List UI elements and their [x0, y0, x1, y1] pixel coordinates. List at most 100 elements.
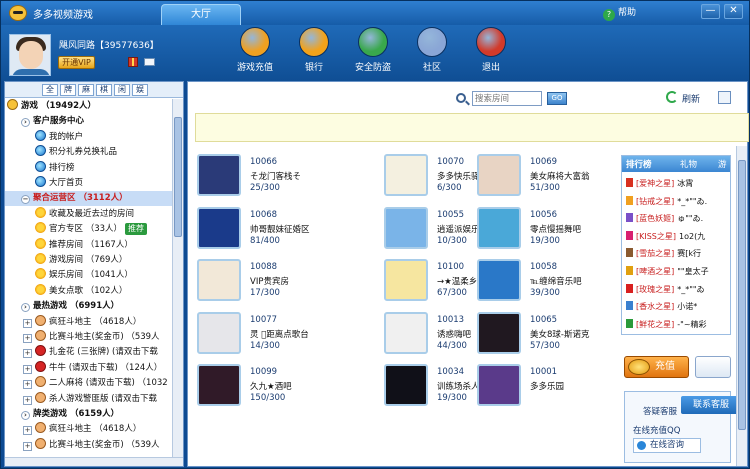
room-card[interactable]: 10077 灵 ゚距离点歌台 14/300	[197, 311, 332, 360]
tree-item[interactable]: 官方专区 （33人） 推荐	[5, 222, 172, 237]
tree-item[interactable]: + 比赛斗地主(奖金币) （539人	[5, 330, 172, 345]
tree-item[interactable]: 游戏 （19492人）	[5, 99, 172, 114]
category-button[interactable]: 全	[42, 84, 58, 96]
room-id: 10077	[250, 314, 278, 325]
rank-item[interactable]: [KISS之星] 1o2(九	[626, 228, 730, 245]
avatar-face	[19, 41, 43, 69]
online-consult-button[interactable]: 在线咨询	[633, 438, 701, 453]
room-card[interactable]: 10001 多多乐园	[477, 364, 612, 412]
refresh-icon[interactable]	[666, 91, 678, 103]
toolbar-button-4[interactable]: 退出	[466, 27, 516, 79]
tree-item[interactable]: 积分礼券兑换礼品	[5, 145, 172, 160]
contact-service-button[interactable]: 联系客服	[681, 396, 741, 414]
tree-item[interactable]: 游戏房间 （769人）	[5, 253, 172, 268]
category-button[interactable]: 娱	[132, 84, 148, 96]
tree-item[interactable]: 娱乐房间 （1041人）	[5, 268, 172, 283]
tree-item[interactable]: + 二人麻将 (请双击下载) （1032	[5, 376, 172, 391]
room-count: 51/300	[530, 183, 560, 193]
minimize-button[interactable]: —	[701, 4, 720, 19]
room-card[interactable]: 10099 久九★酒吧 150/300	[197, 364, 332, 412]
room-scrollbar[interactable]	[736, 146, 747, 466]
category-button[interactable]: 麻	[78, 84, 94, 96]
toolbar-button-0[interactable]: 游戏充值	[230, 27, 280, 79]
category-button[interactable]: 闲	[114, 84, 130, 96]
rank-item[interactable]: [玫瑰之星] *_*""ゐ	[626, 281, 730, 298]
rank-item[interactable]: [啤酒之星] ""皇太子	[626, 263, 730, 280]
rank-item[interactable]: [爱神之星] 冰霄	[626, 175, 730, 192]
toolbar-button-2[interactable]: 安全防盗	[348, 27, 398, 79]
expand-icon[interactable]: +	[23, 380, 32, 390]
category-button[interactable]: 牌	[60, 84, 76, 96]
room-card[interactable]: 10068 帅哥靓妹征婚区 81/400	[197, 206, 332, 255]
tree-item[interactable]: 排行榜	[5, 160, 172, 176]
tree-item[interactable]: › 客户服务中心	[5, 114, 172, 129]
room-card[interactable]: 10069 美女麻将大富翁 51/300	[477, 154, 612, 202]
expand-icon[interactable]: +	[23, 426, 32, 436]
help-button[interactable]: ? 帮助	[603, 6, 636, 21]
expand-icon[interactable]: +	[23, 349, 32, 359]
tree-scrollbar[interactable]	[172, 99, 183, 457]
category-button[interactable]: 棋	[96, 84, 112, 96]
rank-tab[interactable]: 游	[718, 158, 727, 170]
room-scroll-thumb[interactable]	[738, 160, 746, 430]
expand-icon[interactable]: +	[23, 441, 32, 451]
search-input[interactable]	[472, 91, 542, 106]
room-card[interactable]: 10088 VIP贵宾房 17/300	[197, 259, 332, 307]
room-card[interactable]: 10066 そ龙门客栈そ 25/300	[197, 154, 332, 202]
settings-icon[interactable]	[718, 91, 731, 104]
edit-button[interactable]	[695, 356, 731, 378]
tree-item[interactable]: + 比赛斗地主(奖金币) （539人	[5, 437, 172, 453]
expand-icon[interactable]: +	[23, 395, 32, 405]
tree-horizontal-scrollbar[interactable]	[5, 457, 183, 466]
vip-button[interactable]: 开通VIP	[58, 56, 95, 69]
tree-item[interactable]: 推荐房间 （1167人）	[5, 237, 172, 253]
bank-icon	[299, 27, 329, 57]
expand-icon[interactable]: +	[23, 364, 32, 374]
tree-item[interactable]: 我的帐户	[5, 129, 172, 145]
mail-icon[interactable]	[144, 58, 155, 66]
expand-icon[interactable]: +	[23, 318, 32, 328]
toolbar-label: 社区	[422, 63, 441, 73]
tree-item[interactable]: › 最热游戏 （6991人）	[5, 299, 172, 314]
tree-item[interactable]: + 疯狂斗地主 （4618人）	[5, 314, 172, 330]
tree-item[interactable]: 收藏及最近去过的房间	[5, 206, 172, 222]
tree-item[interactable]: + 疯狂斗地主 （4618人）	[5, 422, 172, 437]
gift-icon[interactable]	[128, 57, 138, 67]
tree-item[interactable]: − 聚合运营区 （3112人）	[5, 191, 172, 207]
tree-item[interactable]: 美女点歌 （102人）	[5, 283, 172, 299]
rank-title: [啤酒之星]	[636, 267, 675, 276]
close-button[interactable]: ✕	[724, 4, 743, 19]
room-card[interactable]: 10065 美女8球-斯诺克 57/300	[477, 311, 612, 360]
tree-item[interactable]: › 牌类游戏 （6159人）	[5, 407, 172, 422]
room-card[interactable]: 10058 ℡缠绵音乐吧 39/300	[477, 259, 612, 307]
sun-icon	[35, 283, 46, 295]
toolbar-button-1[interactable]: 银行	[289, 27, 339, 79]
tree-item[interactable]: + 杀人游戏警匪版 (请双击下载	[5, 391, 172, 407]
room-count: 19/300	[437, 393, 467, 403]
cs-qq-label: 在线充值QQ	[633, 426, 681, 436]
go-button[interactable]: GO	[547, 92, 567, 105]
tree-item[interactable]: + 牛牛 (请双击下载) （124人）	[5, 360, 172, 376]
recharge-button[interactable]: 充值	[624, 356, 689, 378]
exit-door-icon	[476, 27, 506, 57]
room-card[interactable]: 10056 零点慢摇舞吧 19/300	[477, 206, 612, 255]
recommend-badge[interactable]: 推荐	[125, 223, 148, 236]
refresh-button[interactable]: 刷新	[682, 92, 700, 105]
tree-item-label: 客户服务中心	[33, 116, 85, 127]
tree-item[interactable]: + 扎金花 (三张牌) (请双击下载	[5, 345, 172, 360]
avatar[interactable]	[9, 34, 51, 76]
rank-item[interactable]: [雪茄之星] 赛[k行	[626, 245, 730, 262]
avatar-shirt	[12, 69, 50, 75]
toolbar-button-3[interactable]: 社区	[407, 27, 457, 79]
rank-item[interactable]: [蓝色妖姬] ゅ""ゐ.	[626, 210, 730, 227]
tree-scroll-thumb[interactable]	[174, 117, 182, 237]
tree-item-label: 比赛斗地主(奖金币) （539人	[49, 439, 160, 450]
rank-tab[interactable]: 排行榜	[626, 158, 652, 170]
rank-item[interactable]: [钻戒之星] *_*""ゐ.	[626, 193, 730, 210]
expand-icon[interactable]: +	[23, 334, 32, 343]
tab-lobby[interactable]: 大厅	[161, 4, 241, 25]
rank-item[interactable]: [香水之星] 小诺*	[626, 298, 730, 315]
rank-tab[interactable]: 礼物	[680, 158, 697, 170]
tree-item[interactable]: 大厅首页	[5, 176, 172, 191]
rank-item[interactable]: [鲜花之星] -"~精彩	[626, 316, 730, 333]
